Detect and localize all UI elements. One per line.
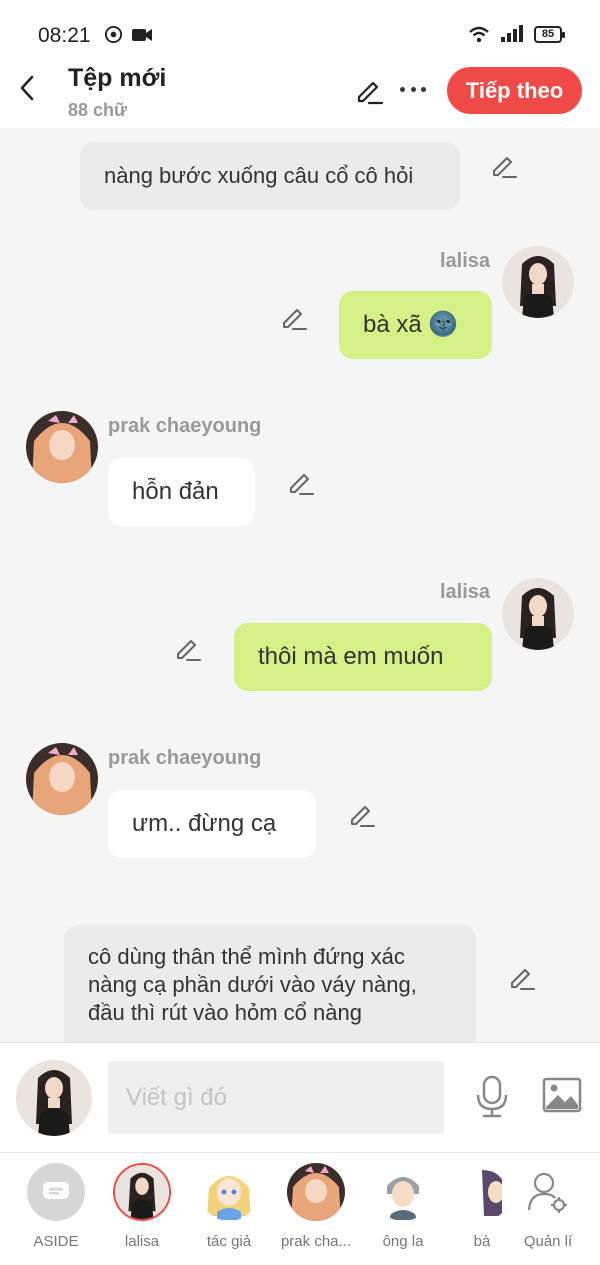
sender-name: prak chaeyoung [108,415,262,437]
character-prak-chaeyoung[interactable]: prak cha... [276,1163,356,1250]
image-icon [542,1077,582,1113]
character-lalisa[interactable]: lalisa [102,1163,182,1250]
character-bar: ASIDE lalisa tác giả prak cha... ông la … [0,1152,600,1265]
status-bar: 08:21 85 [0,0,600,58]
character-manager-button[interactable]: Quản lí [508,1163,588,1250]
edit-message-icon[interactable] [508,964,536,992]
more-options-button[interactable] [400,78,426,100]
status-notification-icons [104,25,153,44]
dot-icon [400,86,405,92]
sender-name: lalisa [440,250,491,272]
avatar [374,1163,432,1221]
composer [0,1042,600,1152]
edit-message-icon[interactable] [287,469,315,497]
current-speaker-avatar[interactable] [16,1060,92,1136]
wifi-icon [469,26,489,43]
avatar [200,1163,258,1221]
narration-bubble[interactable]: cô dùng thân thể mình đứng xác nàng cạ p… [64,925,476,1042]
edit-message-icon[interactable] [174,635,202,663]
edit-message-icon[interactable] [280,304,308,332]
message-text: hỗn đản [132,478,219,505]
message-text: ưm.. đừng cạ [132,810,277,837]
pencil-icon [357,81,384,105]
narration-bubble[interactable]: nàng bước xuống câu cổ cô hỏi [80,142,460,210]
character-label: lalisa [124,1233,160,1250]
next-button[interactable]: Tiếp theo [447,67,582,114]
character-label: prak cha... [280,1233,352,1250]
message-text: cô dùng thân thể mình đứng xác nàng cạ p… [88,944,417,1025]
avatar-lalisa[interactable] [502,578,574,650]
word-count: 88 chữ [68,100,128,120]
character-aside[interactable]: ASIDE [16,1163,96,1250]
voice-button[interactable] [474,1075,510,1124]
dot-icon [421,86,426,92]
chevron-left-icon [20,75,34,101]
back-button[interactable] [14,72,40,104]
chat-bubble-icon [43,1182,69,1199]
avatar-lalisa[interactable] [502,246,574,318]
sender-name: prak chaeyoung [108,747,262,769]
status-right-icons: 85 [468,25,565,43]
sender-name: lalisa [440,581,491,603]
avatar [453,1163,511,1221]
video-icon [132,28,152,41]
message-text: nàng bước xuống câu cổ cô hỏi [104,163,414,188]
image-button[interactable] [542,1077,582,1118]
page-title: Tệp mới [68,64,167,92]
status-time: 08:21 [38,24,91,47]
camera-shutter-icon [104,25,123,44]
character-tac-gia[interactable]: tác giả [189,1163,269,1250]
battery-indicator: 85 [534,25,565,43]
message-text: bà xã 🌚 [363,311,459,338]
edit-title-button[interactable] [354,76,384,111]
message-text: thôi mà em muốn [258,643,444,670]
message-bubble[interactable]: ưm.. đừng cạ [108,790,316,858]
avatar-prak-chaeyoung[interactable] [26,411,98,483]
character-label: ASIDE [33,1233,79,1250]
character-label: Quản lí [523,1233,573,1250]
aside-avatar [27,1163,85,1221]
avatar-prak-chaeyoung[interactable] [26,743,98,815]
message-bubble[interactable]: bà xã 🌚 [339,291,492,359]
message-bubble[interactable]: hỗn đản [108,458,255,526]
character-ong-la[interactable]: ông la [363,1163,443,1250]
avatar [287,1163,345,1221]
edit-message-icon[interactable] [348,801,376,829]
user-settings-icon [527,1172,567,1213]
character-label: tác giả [206,1233,252,1250]
message-bubble[interactable]: thôi mà em muốn [234,623,492,691]
signal-icon [501,25,523,42]
dot-icon [410,86,416,92]
edit-message-icon[interactable] [490,152,518,180]
character-label: ông la [382,1233,424,1250]
header: Tệp mới 88 chữ Tiếp theo [0,58,600,128]
microphone-icon [476,1075,508,1118]
manage-avatar [519,1163,577,1221]
chat-area[interactable]: nàng bước xuống câu cổ cô hỏi lalisa bà … [0,128,600,1042]
message-input[interactable] [108,1061,444,1134]
avatar [113,1163,171,1221]
